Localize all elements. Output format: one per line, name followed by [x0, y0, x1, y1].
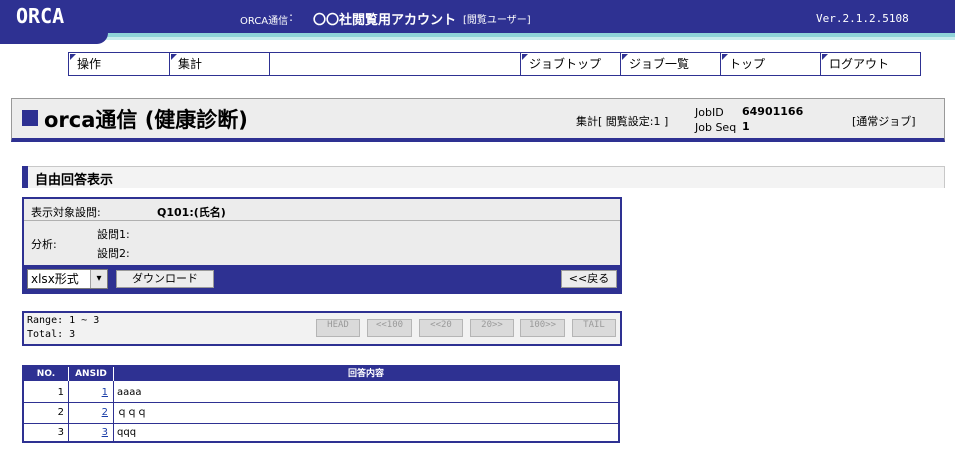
job-seq-value: 1 — [742, 120, 750, 133]
tally-setting: 集計[ 閲覧設定:1 ] — [576, 115, 669, 128]
nav-job-top[interactable]: ジョブトップ — [521, 53, 621, 75]
chevron-down-icon[interactable]: ▾ — [90, 270, 107, 288]
section-title: 自由回答表示 — [35, 173, 114, 188]
corner-marker-icon — [70, 54, 76, 60]
header-stripe-light — [0, 37, 955, 40]
title-square-icon — [22, 110, 38, 126]
section-header — [22, 166, 945, 188]
tail-button[interactable]: TAIL — [572, 319, 616, 337]
nav-label: ジョブトップ — [529, 57, 602, 71]
header-version: Ver.2.1.2.5108 — [816, 12, 909, 25]
download-button[interactable]: ダウンロード — [116, 270, 214, 288]
target-question-value: Q101:(氏名) — [157, 206, 226, 219]
column-divider — [68, 381, 69, 441]
target-question-label: 表示対象設問: — [31, 206, 101, 219]
nav-label: 操作 — [77, 57, 102, 71]
prev-100-button[interactable]: <<100 — [367, 319, 412, 337]
job-seq-label: Job Seq — [695, 121, 737, 134]
total-text: Total: 3 — [27, 329, 76, 340]
column-divider — [113, 381, 114, 441]
back-button[interactable]: <<戻る — [561, 270, 617, 288]
corner-marker-icon — [822, 54, 828, 60]
nav-label: ジョブ一覧 — [629, 57, 690, 71]
nav-label: ログアウト — [829, 57, 890, 71]
nav-operation[interactable]: 操作 — [69, 53, 170, 75]
corner-marker-icon — [522, 54, 528, 60]
query-action-bar — [24, 265, 620, 292]
nav-logout[interactable]: ログアウト — [821, 53, 920, 75]
corner-marker-icon — [722, 54, 728, 60]
job-id-value: 64901166 — [742, 105, 804, 118]
table-row-ansid-link[interactable]: 1 — [70, 384, 108, 402]
prev-20-button[interactable]: <<20 — [419, 319, 463, 337]
job-type: [通常ジョブ] — [852, 115, 916, 128]
table-row-no: 1 — [57, 387, 64, 398]
corner-marker-icon — [622, 54, 628, 60]
header-divider — [68, 367, 69, 381]
job-id-label: JobID — [695, 106, 724, 119]
nav-label: トップ — [729, 57, 766, 71]
nav-spacer — [270, 53, 521, 75]
table-row-no: 2 — [57, 407, 64, 418]
table-row-content: qqq — [117, 427, 137, 438]
main-nav: 操作 集計 ジョブトップ ジョブ一覧 トップ ログアウト — [68, 52, 921, 76]
header-app-name: ORCA通信 — [240, 16, 289, 27]
range-text: Range: 1 ~ 3 — [27, 315, 100, 326]
app-logo: ORCA — [16, 4, 65, 28]
header-divider — [113, 367, 114, 381]
next-20-button[interactable]: 20>> — [470, 319, 514, 337]
nav-tally[interactable]: 集計 — [170, 53, 270, 75]
nav-top[interactable]: トップ — [721, 53, 821, 75]
section-marker-icon — [22, 166, 28, 188]
nav-job-list[interactable]: ジョブ一覧 — [621, 53, 721, 75]
row-divider — [24, 402, 618, 403]
column-header-content: 回答内容 — [347, 369, 384, 379]
header-account-name: 〇〇社閲覧用アカウント — [313, 13, 457, 28]
header-user-role: [閲覧ユーザー] — [463, 15, 531, 26]
header-separator: : — [289, 10, 294, 24]
table-row-ansid-link[interactable]: 3 — [70, 424, 108, 442]
column-header-no: NO. — [36, 369, 56, 379]
page-title: orca通信 (健康診断) — [44, 108, 248, 132]
nav-label: 集計 — [178, 57, 203, 71]
corner-marker-icon — [171, 54, 177, 60]
table-row-content: ｑｑｑ — [117, 407, 147, 418]
table-row-ansid-link[interactable]: 2 — [70, 404, 108, 422]
head-button[interactable]: HEAD — [316, 319, 360, 337]
format-selected-value: xlsx形式 — [31, 272, 79, 286]
table-row-content: aaaa — [117, 387, 142, 398]
query-divider — [24, 220, 620, 221]
header-logo-tab — [0, 33, 108, 44]
analysis-label: 分析: — [31, 238, 57, 251]
analysis-question2-label: 設問2: — [97, 247, 130, 260]
table-row-no: 3 — [57, 427, 64, 438]
column-header-ansid: ANSID — [75, 369, 107, 379]
analysis-question1-label: 設問1: — [97, 228, 130, 241]
next-100-button[interactable]: 100>> — [520, 319, 565, 337]
